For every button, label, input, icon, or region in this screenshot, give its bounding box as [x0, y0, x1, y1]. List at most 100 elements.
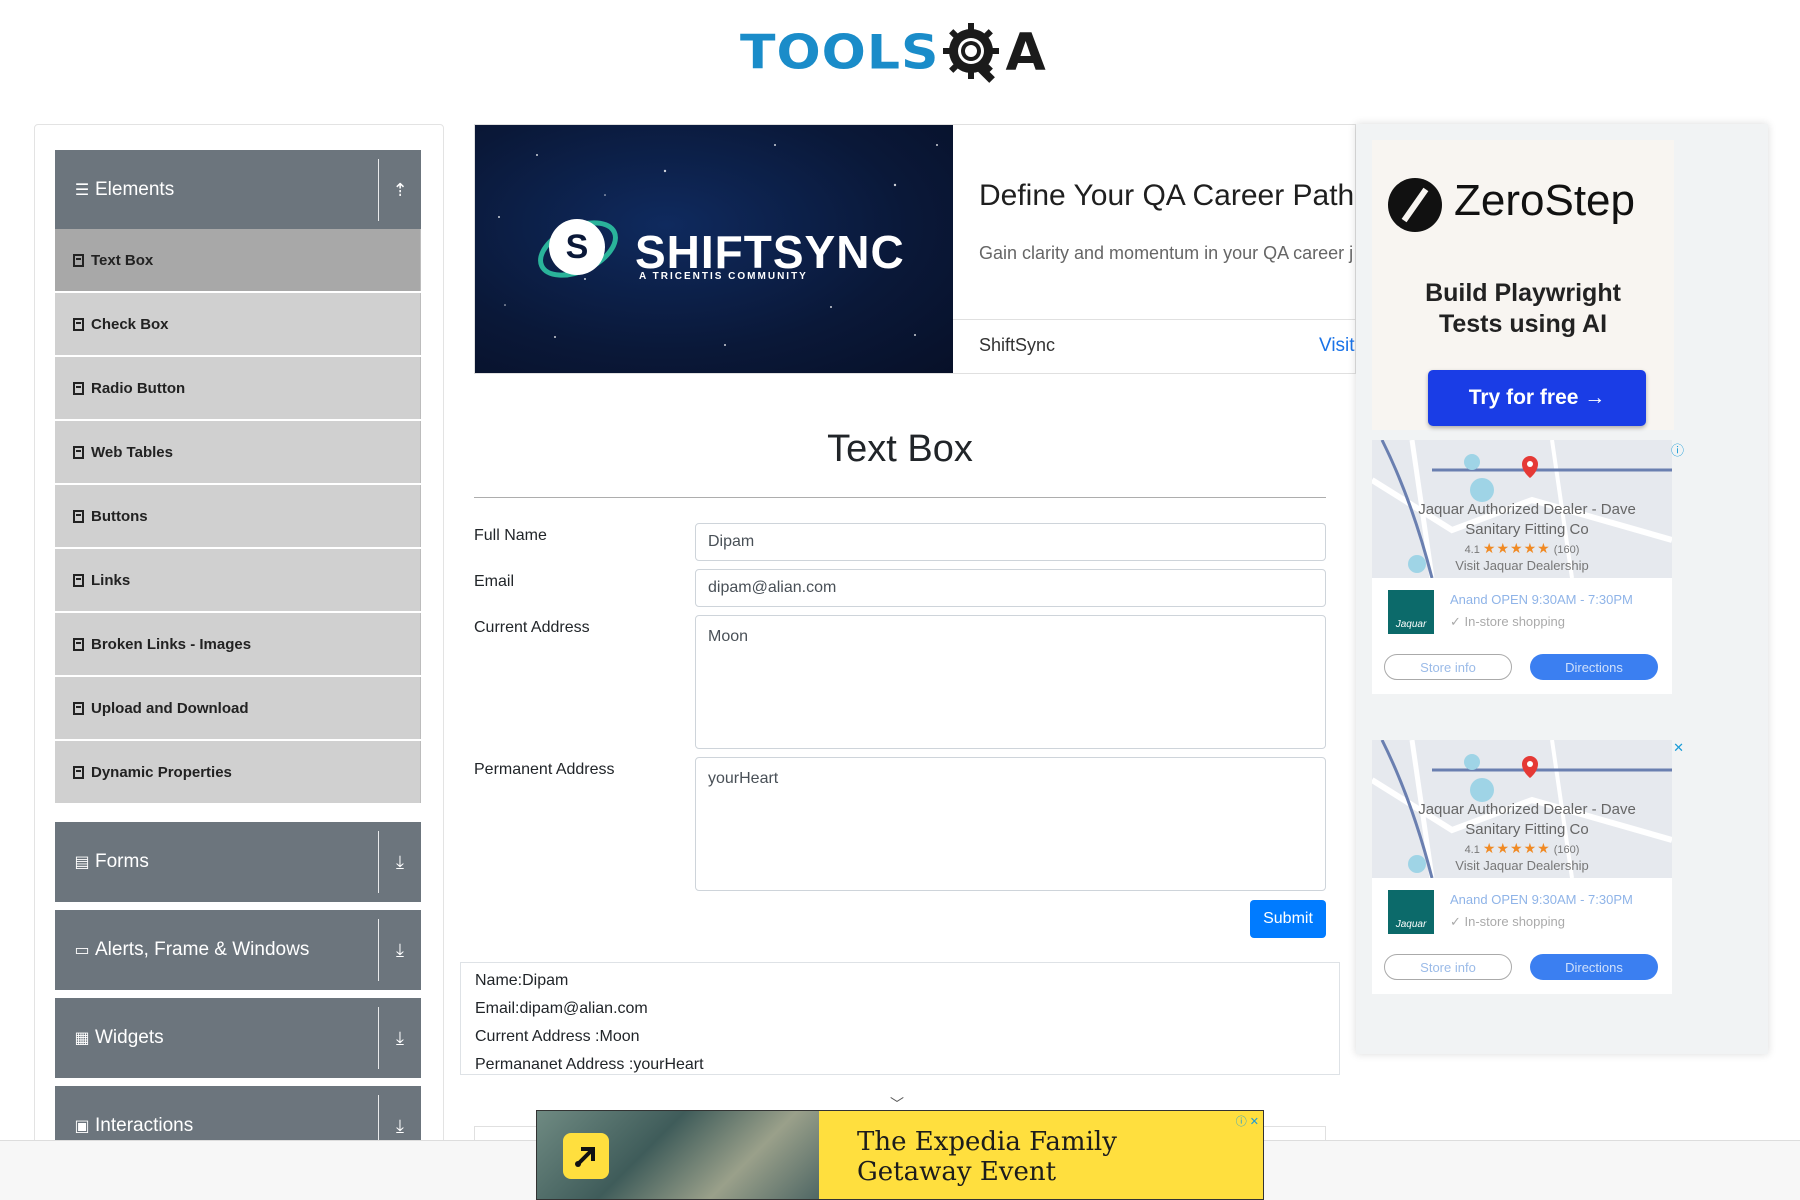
- store-info-button[interactable]: Store info: [1384, 654, 1512, 680]
- menu-item-icon: [71, 253, 85, 267]
- sidebar-item-links[interactable]: Links: [55, 549, 421, 611]
- expand-arrow-icon[interactable]: ⤓: [379, 852, 421, 873]
- group-header-elements[interactable]: ☰ Elements ⇡: [55, 150, 421, 230]
- directions-button[interactable]: Directions: [1530, 954, 1658, 980]
- in-store-shopping: ✓ In-store shopping: [1450, 614, 1565, 629]
- banner-visit-link[interactable]: Visit: [1319, 335, 1355, 357]
- interactions-icon: ▣: [74, 1118, 90, 1135]
- zerostep-name: ZeroStep: [1454, 176, 1635, 225]
- permanent-address-textarea[interactable]: yourHeart: [695, 757, 1326, 891]
- sidebar-item-text-box[interactable]: Text Box: [55, 229, 421, 291]
- star-rating-icon: ★★★★★: [1482, 540, 1551, 556]
- dealer-name-line1: Jaquar Authorized Dealer - Dave: [1418, 801, 1636, 818]
- banner-title: Define Your QA Career Path: [979, 179, 1355, 212]
- menu-item-icon: [71, 765, 85, 779]
- sidebar-item-check-box[interactable]: Check Box: [55, 293, 421, 355]
- menu-item-icon: [71, 445, 85, 459]
- visit-dealership: Visit Jaquar Dealership: [1455, 858, 1589, 873]
- logo-text-a: A: [1005, 23, 1046, 83]
- group-label: Widgets: [95, 1027, 164, 1048]
- store-hours: Anand OPEN 9:30AM - 7:30PM: [1450, 592, 1633, 607]
- expand-arrow-icon[interactable]: ⤓: [379, 1116, 421, 1137]
- sidebar-item-web-tables[interactable]: Web Tables: [55, 421, 421, 483]
- expand-arrow-icon[interactable]: ⤓: [379, 940, 421, 961]
- sidebar-item-buttons[interactable]: Buttons: [55, 485, 421, 547]
- collapse-arrow-icon[interactable]: ⇡: [379, 180, 421, 201]
- full-name-input[interactable]: Dipam: [695, 523, 1326, 561]
- rating-value: 4.1: [1464, 844, 1480, 856]
- submit-button[interactable]: Submit: [1250, 900, 1326, 938]
- dealer-name-line2: Sanitary Fitting Co: [1465, 521, 1589, 538]
- group-label: Alerts, Frame & Windows: [95, 939, 310, 960]
- toolsqa-logo[interactable]: TOOLS A: [740, 14, 1070, 92]
- shiftsync-banner-ad[interactable]: S SHIFTSYNC A TRICENTIS COMMUNITY Define…: [474, 124, 1356, 374]
- menu-item-icon: [71, 509, 85, 523]
- group-separator: [378, 1007, 379, 1069]
- jaquar-map-ad[interactable]: Jaquar Authorized Dealer - Dave Sanitary…: [1372, 740, 1684, 994]
- expedia-logo-icon: [563, 1133, 609, 1179]
- ad-close-icon[interactable]: ✕: [1673, 740, 1684, 756]
- left-sidebar: ☰ Elements ⇡ Text Box Check Box Radio Bu…: [34, 124, 444, 1144]
- title-divider: [474, 497, 1326, 498]
- store-hours: Anand OPEN 9:30AM - 7:30PM: [1450, 892, 1633, 907]
- email-label: Email: [474, 573, 515, 590]
- ad-info-icon[interactable]: ⓘ ✕: [1236, 1113, 1259, 1129]
- dealer-name-line1: Jaquar Authorized Dealer - Dave: [1418, 501, 1636, 518]
- group-header-interactions[interactable]: ▣ Interactions ⤓: [55, 1086, 421, 1143]
- store-info-button[interactable]: Store info: [1384, 954, 1512, 980]
- menu-item-icon: [71, 381, 85, 395]
- sidebar-item-radio-button[interactable]: Radio Button: [55, 357, 421, 419]
- expedia-ad-text: The Expedia Family Getaway Event: [857, 1127, 1117, 1187]
- sidebar-item-label: Radio Button: [91, 379, 186, 397]
- menu-item-icon: [71, 317, 85, 331]
- menu-item-icon: [71, 701, 85, 715]
- zerostep-tagline: Build Playwright Tests using AI: [1372, 278, 1674, 340]
- output-box: Name:Dipam Email:dipam@alian.com Current…: [460, 962, 1340, 1075]
- try-for-free-button[interactable]: Try for free →: [1428, 370, 1646, 426]
- sidebar-item-label: Broken Links - Images: [91, 635, 252, 653]
- current-address-textarea[interactable]: Moon: [695, 615, 1326, 749]
- email-input[interactable]: dipam@alian.com: [695, 569, 1326, 607]
- dealer-name: Jaquar Authorized Dealer - Dave Sanitary…: [1392, 500, 1662, 540]
- sidebar-item-label: Web Tables: [91, 443, 173, 461]
- expedia-line1: The Expedia Family: [857, 1127, 1117, 1157]
- group-header-alerts[interactable]: ▭ Alerts, Frame & Windows ⤓: [55, 910, 421, 990]
- zerostep-tagline-line2: Tests using AI: [1438, 310, 1608, 338]
- menu-item-icon: [71, 573, 85, 587]
- banner-divider: [953, 319, 1355, 320]
- group-header-widgets[interactable]: ▦ Widgets ⤓: [55, 998, 421, 1078]
- group-header-forms[interactable]: ▤ Forms ⤓: [55, 822, 421, 902]
- form-icon: ▤: [74, 854, 90, 871]
- jaquar-map-ad[interactable]: Jaquar Authorized Dealer - Dave Sanitary…: [1372, 440, 1684, 694]
- elements-menu-list: Text Box Check Box Radio Button Web Tabl…: [55, 229, 421, 805]
- group-label: Forms: [95, 851, 149, 872]
- sidebar-item-upload-download[interactable]: Upload and Download: [55, 677, 421, 739]
- expedia-bottom-ad[interactable]: The Expedia Family Getaway Event ⓘ ✕: [536, 1110, 1264, 1200]
- output-permanent-address: Permananet Address :yourHeart: [475, 1056, 704, 1073]
- sidebar-item-label: Upload and Download: [91, 699, 249, 717]
- sidebar-item-dynamic-properties[interactable]: Dynamic Properties: [55, 741, 421, 803]
- zerostep-ad[interactable]: ZeroStep Build Playwright Tests using AI…: [1372, 140, 1674, 430]
- in-store-shopping: ✓ In-store shopping: [1450, 914, 1565, 929]
- jaquar-logo: Jaquar: [1388, 590, 1434, 634]
- banner-brand-sub: A TRICENTIS COMMUNITY: [639, 271, 808, 282]
- star-rating-icon: ★★★★★: [1482, 840, 1551, 856]
- group-label: Interactions: [95, 1115, 194, 1136]
- expedia-line2: Getaway Event: [857, 1157, 1057, 1187]
- rating-count: (160): [1553, 544, 1580, 556]
- directions-button[interactable]: Directions: [1530, 654, 1658, 680]
- widgets-icon: ▦: [74, 1030, 90, 1047]
- group-separator: [378, 831, 379, 893]
- rating-value: 4.1: [1464, 544, 1480, 556]
- sidebar-item-broken-links[interactable]: Broken Links - Images: [55, 613, 421, 675]
- dealer-name: Jaquar Authorized Dealer - Dave Sanitary…: [1392, 800, 1662, 840]
- group-separator: [378, 1095, 379, 1143]
- sidebar-item-label: Text Box: [91, 251, 154, 269]
- output-email: Email:dipam@alian.com: [475, 1000, 648, 1017]
- ad-info-icon[interactable]: ⓘ: [1671, 440, 1684, 459]
- page-title: Text Box: [827, 428, 973, 470]
- banner-description: Gain clarity and momentum in your QA car…: [979, 243, 1354, 263]
- expand-arrow-icon[interactable]: ⤓: [379, 1028, 421, 1049]
- zerostep-tagline-line1: Build Playwright: [1425, 279, 1621, 307]
- output-current-address: Current Address :Moon: [475, 1028, 640, 1045]
